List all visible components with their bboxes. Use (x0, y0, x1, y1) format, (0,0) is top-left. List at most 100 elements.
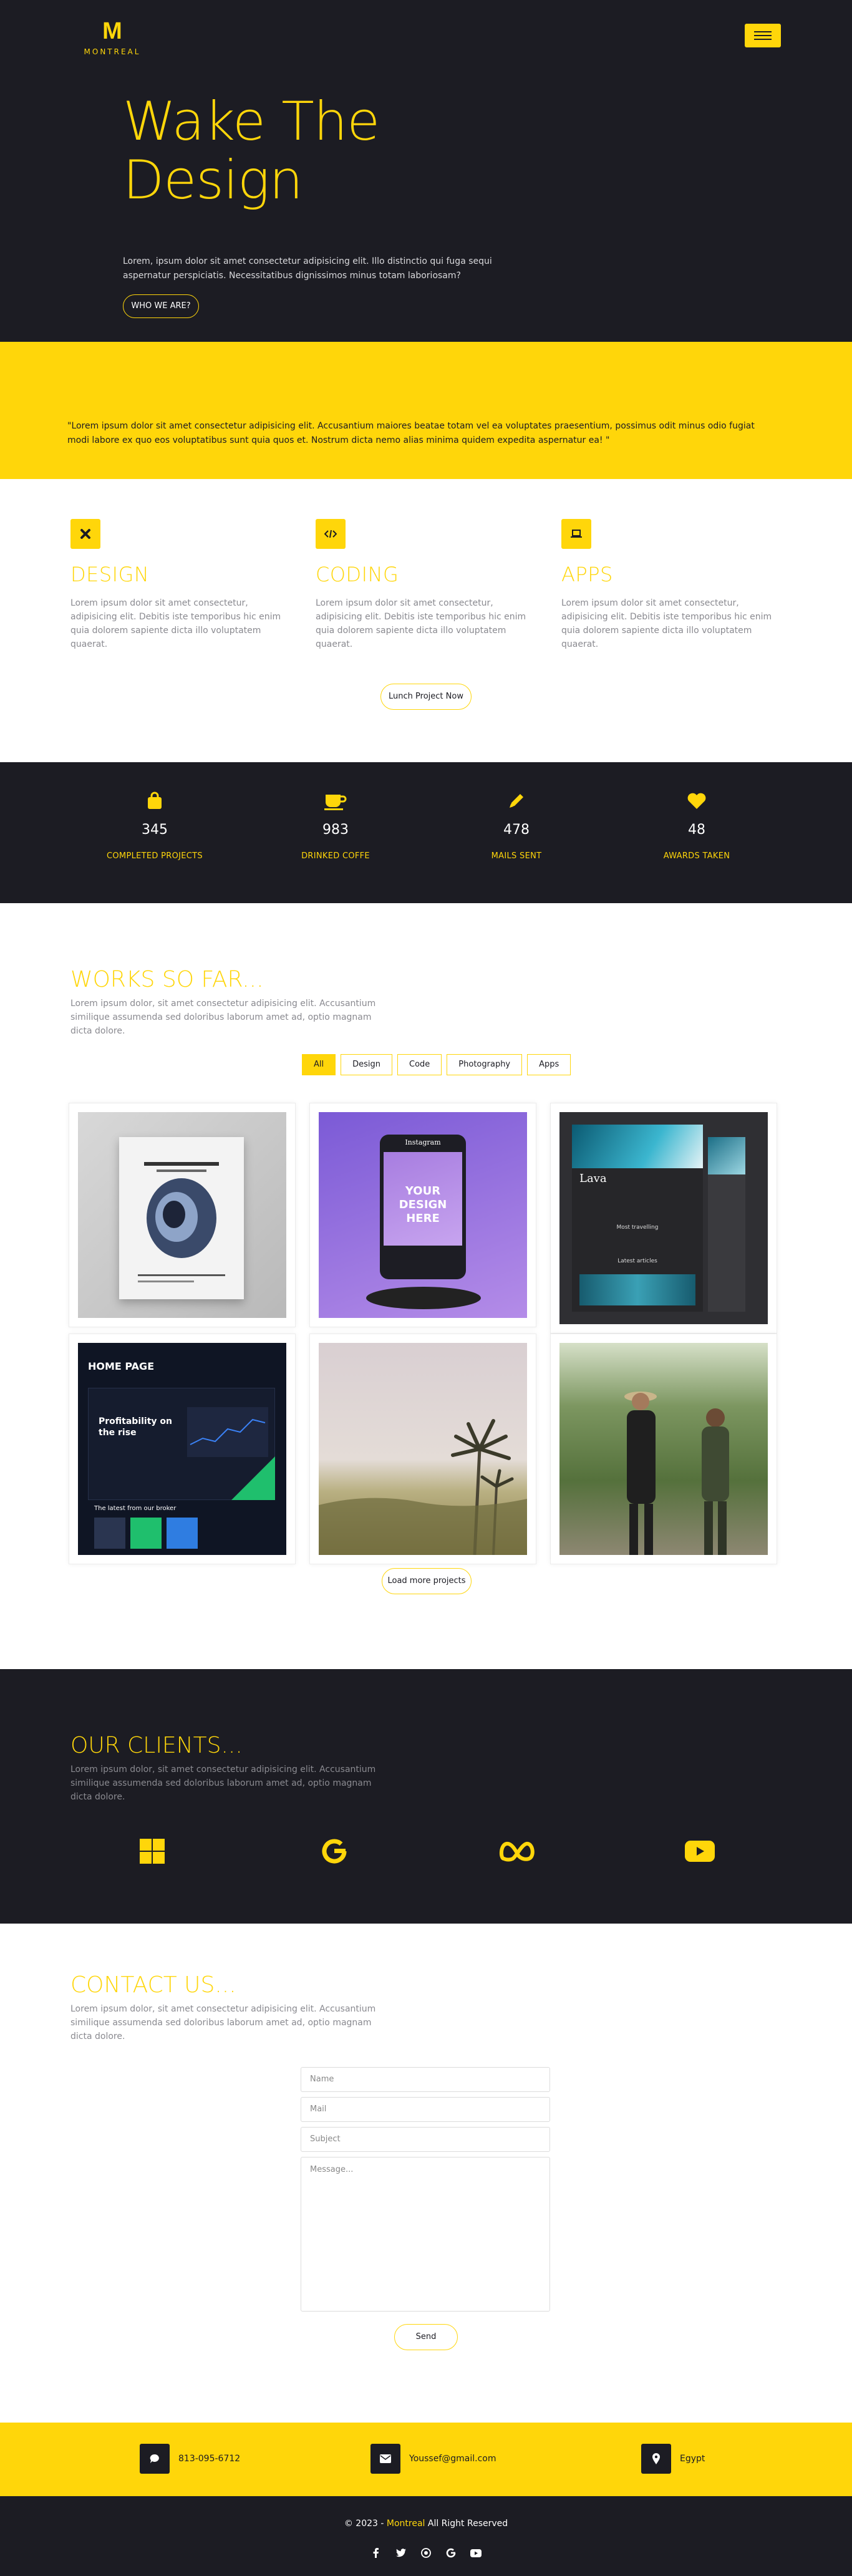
filter-code[interactable]: Code (397, 1054, 442, 1075)
phone-heading: Instagram (405, 1138, 441, 1146)
filter-apps[interactable]: Apps (527, 1054, 571, 1075)
logo-text: MONTREAL (84, 47, 141, 56)
load-more-button[interactable]: Load more projects (382, 1568, 472, 1594)
location-info: Egypt (641, 2444, 705, 2474)
location-pin-icon (641, 2444, 671, 2474)
filter-photography[interactable]: Photography (447, 1054, 523, 1075)
contact-subtitle: Lorem ipsum dolor, sit amet consectetur … (70, 2004, 376, 2041)
quote-text: "Lorem ipsum dolor sit amet consectetur … (67, 421, 755, 445)
stat-awards-taken: 48 AWARDS TAKEN (634, 791, 759, 861)
home-page-chart (187, 1407, 268, 1457)
stat-value: 345 (142, 822, 168, 838)
phone-overlay-text: YOUR DESIGN HERE (399, 1184, 447, 1225)
copyright-brand[interactable]: Montreal (387, 2519, 425, 2529)
works-title: WORKS SO FAR... (70, 967, 264, 992)
stat-value: 48 (688, 822, 705, 838)
stats-section: 345 COMPLETED PROJECTS 983 DRINKED COFFE… (0, 762, 852, 903)
astronaut-poster-image (78, 1112, 286, 1318)
name-field[interactable]: Name (301, 2067, 550, 2092)
phone-stand (366, 1287, 481, 1309)
service-coding: CODING Lorem ipsum dolor sit amet consec… (316, 519, 534, 651)
envelope-icon (370, 2444, 400, 2474)
home-page-sub: The latest from our broker (94, 1505, 177, 1512)
home-page-image: HOME PAGE Profitability on the rise The … (78, 1343, 286, 1555)
hikers-image (559, 1343, 768, 1555)
shopping-bag-icon (148, 792, 162, 809)
facebook-icon[interactable] (370, 2547, 382, 2559)
filter-all[interactable]: All (302, 1054, 336, 1075)
service-text: Lorem ipsum dolor sit amet consectetur, … (316, 598, 526, 649)
clients-title: OUR CLIENTS... (70, 1733, 243, 1758)
home-tile-2 (130, 1518, 162, 1549)
home-tile-3 (167, 1518, 198, 1549)
contact-section: CONTACT US... Lorem ipsum dolor, sit ame… (0, 1924, 852, 2423)
hero-title: Wake The Design (123, 92, 497, 210)
phone-frame: Instagram YOUR DESIGN HERE (380, 1135, 466, 1279)
who-we-are-button[interactable]: WHO WE ARE? (123, 294, 199, 318)
instagram-icon[interactable] (420, 2547, 432, 2559)
email-address: Youssef@gmail.com (409, 2454, 496, 2464)
coffee-cup-icon (324, 795, 347, 810)
tools-icon (70, 519, 100, 549)
message-field[interactable]: Message... (301, 2157, 550, 2312)
lava-wave (572, 1125, 703, 1168)
subject-field[interactable]: Subject (301, 2127, 550, 2152)
filter-bar: All Design Code Photography Apps (302, 1054, 571, 1075)
stat-mails-sent: 478 MAILS SENT (454, 791, 579, 861)
project-card-palm-trees[interactable] (309, 1334, 536, 1564)
location-text: Egypt (680, 2454, 705, 2464)
stat-value: 983 (322, 822, 349, 838)
footer: © 2023 - Montreal All Right Reserved (0, 2496, 852, 2576)
service-design: DESIGN Lorem ipsum dolor sit amet consec… (70, 519, 289, 651)
service-title: DESIGN (70, 563, 150, 586)
social-links (0, 2547, 852, 2559)
phone-chat-icon (140, 2444, 170, 2474)
laptop-icon (561, 519, 591, 549)
project-card-astronaut-poster[interactable] (69, 1103, 296, 1327)
works-section: WORKS SO FAR... Lorem ipsum dolor, sit a… (0, 903, 852, 1669)
palm-trees-drawing (319, 1419, 527, 1556)
works-subtitle: Lorem ipsum dolor, sit amet consectetur … (70, 999, 376, 1036)
lava-sub-2: Latest articles (617, 1258, 657, 1264)
project-card-home-page[interactable]: HOME PAGE Profitability on the rise The … (69, 1334, 296, 1564)
quote-banner: "Lorem ipsum dolor sit amet consectetur … (0, 342, 852, 479)
project-card-phone-mockup[interactable]: Instagram YOUR DESIGN HERE (309, 1103, 536, 1327)
meta-icon (499, 1833, 536, 1870)
lava-website-image: Lava Most travelling Latest articles (559, 1112, 768, 1324)
copyright-suffix: All Right Reserved (425, 2519, 508, 2529)
google-icon (316, 1833, 353, 1870)
project-card-lava-website[interactable]: Lava Most travelling Latest articles (550, 1103, 777, 1334)
hero-title-line-2: Design (123, 149, 303, 211)
contact-title: CONTACT US... (70, 1972, 236, 1998)
stat-label: COMPLETED PROJECTS (107, 851, 203, 861)
windows-icon (133, 1833, 171, 1870)
project-card-hikers[interactable] (550, 1334, 777, 1564)
mail-field[interactable]: Mail (301, 2097, 550, 2122)
lunch-project-button[interactable]: Lunch Project Now (380, 684, 472, 710)
lava-page: Lava Most travelling Latest articles (572, 1125, 703, 1312)
service-apps: APPS Lorem ipsum dolor sit amet consecte… (561, 519, 780, 651)
stat-drinked-coffe: 983 DRINKED COFFE (273, 791, 398, 861)
service-title: APPS (561, 563, 613, 586)
service-text: Lorem ipsum dolor sit amet consectetur, … (70, 598, 281, 649)
google-icon[interactable] (445, 2547, 457, 2559)
stat-completed-projects: 345 COMPLETED PROJECTS (92, 791, 217, 861)
stat-label: AWARDS TAKEN (663, 851, 730, 861)
home-page-green-shape (231, 1456, 275, 1500)
filter-design[interactable]: Design (341, 1054, 393, 1075)
youtube-icon[interactable] (470, 2547, 482, 2559)
home-tile-1 (94, 1518, 125, 1549)
heart-icon (687, 793, 706, 809)
contact-info-bar: 813-095-6712 Youssef@gmail.com Egypt (0, 2423, 852, 2496)
logo[interactable]: M MONTREAL (80, 19, 145, 56)
code-icon (316, 519, 346, 549)
youtube-icon (681, 1833, 719, 1870)
menu-button[interactable] (745, 24, 781, 47)
services-section: DESIGN Lorem ipsum dolor sit amet consec… (0, 479, 852, 762)
send-button[interactable]: Send (394, 2324, 458, 2350)
home-page-heading: HOME PAGE (88, 1360, 155, 1372)
phone-info: 813-095-6712 (140, 2444, 240, 2474)
phone-mockup-image: Instagram YOUR DESIGN HERE (319, 1112, 527, 1318)
lava-side-page (708, 1137, 745, 1312)
twitter-icon[interactable] (395, 2547, 407, 2559)
